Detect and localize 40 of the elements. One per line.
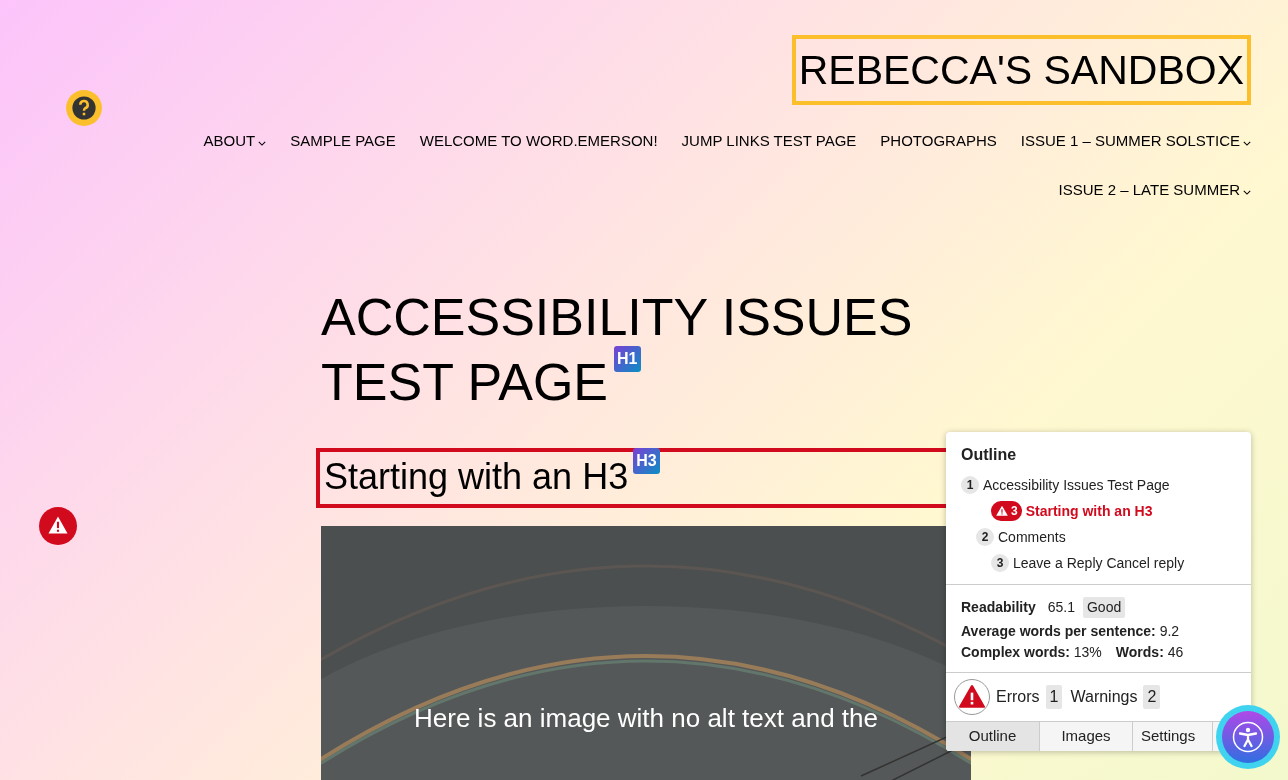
nav-link[interactable]: PHOTOGRAPHS [880, 117, 997, 166]
nav-link[interactable]: JUMP LINKS TEST PAGE [681, 117, 857, 166]
count-label: Warnings [1070, 687, 1138, 707]
chevron-down-icon [1243, 140, 1251, 146]
readability-score: 65.1 [1047, 597, 1075, 617]
level-badge: 3 [991, 554, 1009, 572]
page-title-line: TEST PAGE [321, 352, 609, 413]
outline-link[interactable]: Comments [998, 526, 1066, 548]
nav-link[interactable]: SAMPLE PAGE [290, 117, 396, 166]
accessibility-icon [1232, 721, 1264, 753]
nav-link[interactable]: ABOUT [203, 117, 267, 166]
heading-level-badge: H1 [614, 346, 641, 372]
image-caption: Here is an image with no alt text and the [413, 702, 879, 735]
nav-link[interactable]: WELCOME TO WORD.EMERSON! [419, 117, 658, 166]
chevron-down-icon [258, 140, 267, 146]
error-level-badge: 3 [991, 501, 1022, 521]
count-value: 1 [1045, 685, 1063, 709]
outline-link[interactable]: Leave a Reply Cancel reply [1013, 552, 1185, 574]
nav-link[interactable]: ISSUE 2 – LATE SUMMER [1058, 166, 1251, 215]
readability-stat: Average words per sentence: 9.2 [961, 622, 1180, 641]
heading-level-badge: H3 [633, 448, 660, 474]
panel-tab[interactable]: Outline [946, 722, 1040, 751]
section-heading: Starting with an H3 [324, 455, 629, 499]
readability-label: Readability [961, 597, 1036, 617]
panel-title: Outline [961, 445, 1018, 465]
outline-link[interactable]: Starting with an H3 [1025, 500, 1153, 522]
count-value: 2 [1143, 685, 1161, 709]
outline-link[interactable]: Accessibility Issues Test Page [983, 474, 1170, 496]
site-title[interactable]: REBECCA'S SANDBOX [791, 35, 1251, 105]
nav-link[interactable]: ISSUE 1 – SUMMER SOLSTICE [1020, 117, 1251, 166]
level-badge: 2 [976, 528, 994, 546]
warning-icon[interactable] [39, 507, 77, 545]
page-title-line: ACCESSIBILITY ISSUES [321, 287, 913, 348]
readability-rating: Good [1082, 596, 1126, 618]
readability-stat: Complex words: 13% [961, 643, 1102, 662]
level-badge: 1 [961, 476, 979, 494]
chevron-down-icon [1243, 189, 1251, 195]
help-icon[interactable] [65, 89, 103, 127]
readability-stat: Words: 46 [1115, 643, 1184, 662]
count-label: Errors [996, 687, 1040, 707]
